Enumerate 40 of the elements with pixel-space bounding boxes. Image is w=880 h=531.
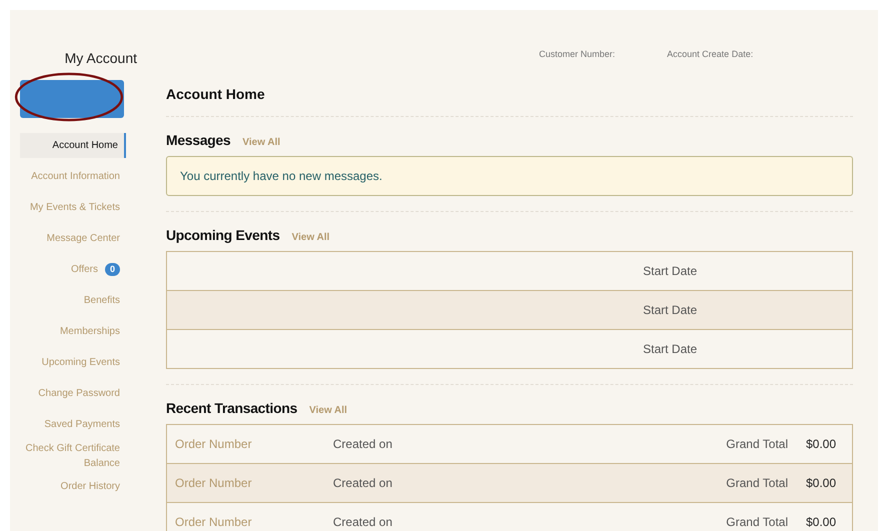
- sidebar-link[interactable]: Memberships: [20, 316, 126, 347]
- order-number-link[interactable]: Order Number: [167, 437, 333, 451]
- section-title: Messages: [166, 132, 231, 148]
- sidebar-link[interactable]: Change Password: [20, 378, 126, 409]
- section-title: Recent Transactions: [166, 400, 298, 416]
- start-date-cell: Start Date: [643, 264, 698, 278]
- amount-cell-text: $0.00: [806, 437, 838, 451]
- sidebar-link[interactable]: Offers 0: [20, 254, 126, 285]
- view-all-link[interactable]: View All: [242, 137, 280, 148]
- created-on-cell-text: Created on: [333, 515, 394, 529]
- sidebar-link[interactable]: My Events & Tickets: [20, 192, 126, 223]
- sidebar-link[interactable]: Message Center: [20, 223, 126, 254]
- grand-total-label: Grand Total: [726, 437, 788, 451]
- sidebar-link[interactable]: Order History: [20, 471, 126, 502]
- count-badge: 0: [104, 263, 120, 276]
- start-date-cell: Start Date: [643, 303, 698, 317]
- section-title: Upcoming Events: [166, 227, 280, 243]
- view-all-link[interactable]: View All: [309, 405, 348, 416]
- sidebar-title: My Account: [64, 50, 137, 68]
- start-date-cell: Start Date: [643, 342, 698, 356]
- amount-cell-text: $0.00: [806, 476, 838, 490]
- sidebar-link[interactable]: Upcoming Events: [20, 347, 126, 378]
- order-number-link[interactable]: Order Number: [167, 515, 333, 529]
- grand-total-label: Grand Total: [726, 515, 788, 529]
- sidebar-link[interactable]: Saved Payments: [20, 409, 126, 440]
- sidebar-link[interactable]: Account Information: [20, 161, 126, 192]
- account-create-date-label: Account Create Date:: [667, 49, 754, 61]
- message-notice: You currently have no new messages.: [166, 156, 853, 196]
- page-title: Account Home: [166, 86, 266, 102]
- customer-number-label: Customer Number:: [539, 49, 616, 61]
- view-all-link[interactable]: View All: [292, 232, 330, 243]
- sidebar-link[interactable]: Account Home: [20, 133, 126, 158]
- amount-cell-text: $0.00: [806, 515, 838, 529]
- sidebar-link[interactable]: Check Gift Certificate Balance: [20, 440, 126, 471]
- order-number-link[interactable]: Order Number: [167, 476, 333, 490]
- sidebar-link[interactable]: Benefits: [20, 285, 126, 316]
- created-on-cell-text: Created on: [333, 476, 394, 490]
- account-button[interactable]: [20, 80, 124, 118]
- grand-total-label: Grand Total: [726, 476, 788, 490]
- created-on-cell-text: Created on: [333, 437, 394, 451]
